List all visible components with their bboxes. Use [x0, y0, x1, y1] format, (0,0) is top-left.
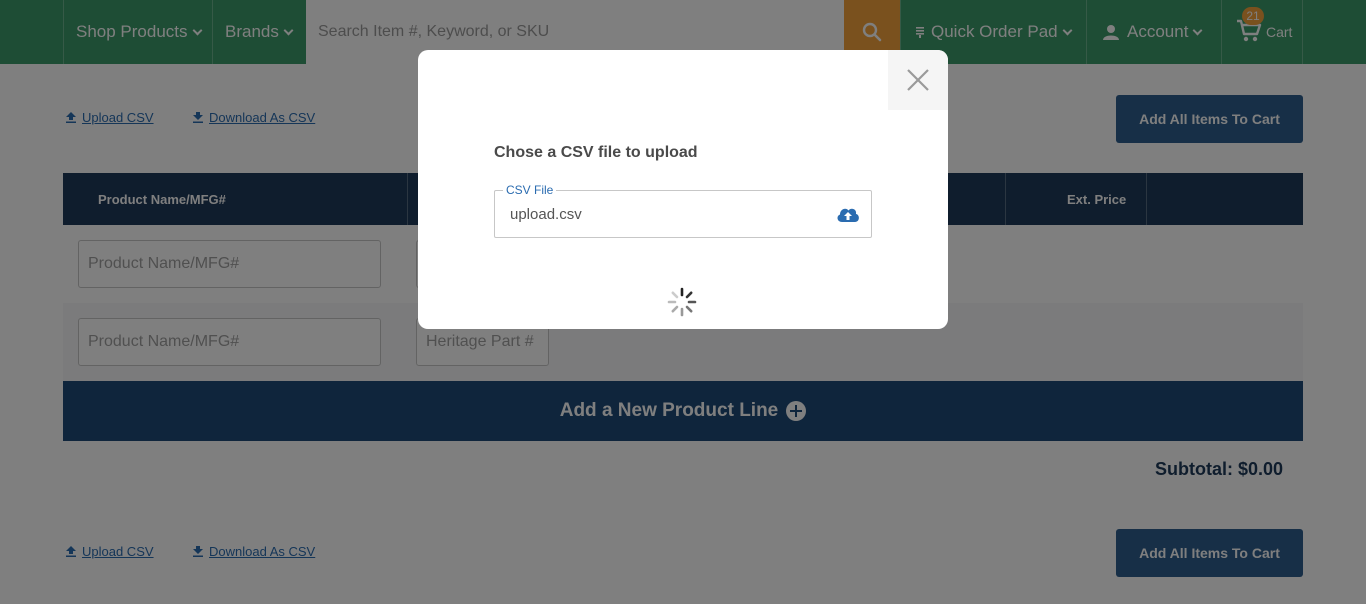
- close-icon: [907, 69, 929, 91]
- loading-spinner-icon: [667, 287, 697, 317]
- csv-file-field[interactable]: CSV File upload.csv: [494, 183, 872, 238]
- csv-file-label: CSV File: [503, 183, 557, 197]
- csv-upload-modal: Chose a CSV file to upload CSV File uplo…: [418, 50, 948, 329]
- cloud-upload-icon[interactable]: [835, 204, 861, 224]
- close-button[interactable]: [888, 50, 948, 110]
- modal-title: Chose a CSV file to upload: [494, 144, 698, 161]
- csv-file-value: upload.csv: [510, 206, 582, 223]
